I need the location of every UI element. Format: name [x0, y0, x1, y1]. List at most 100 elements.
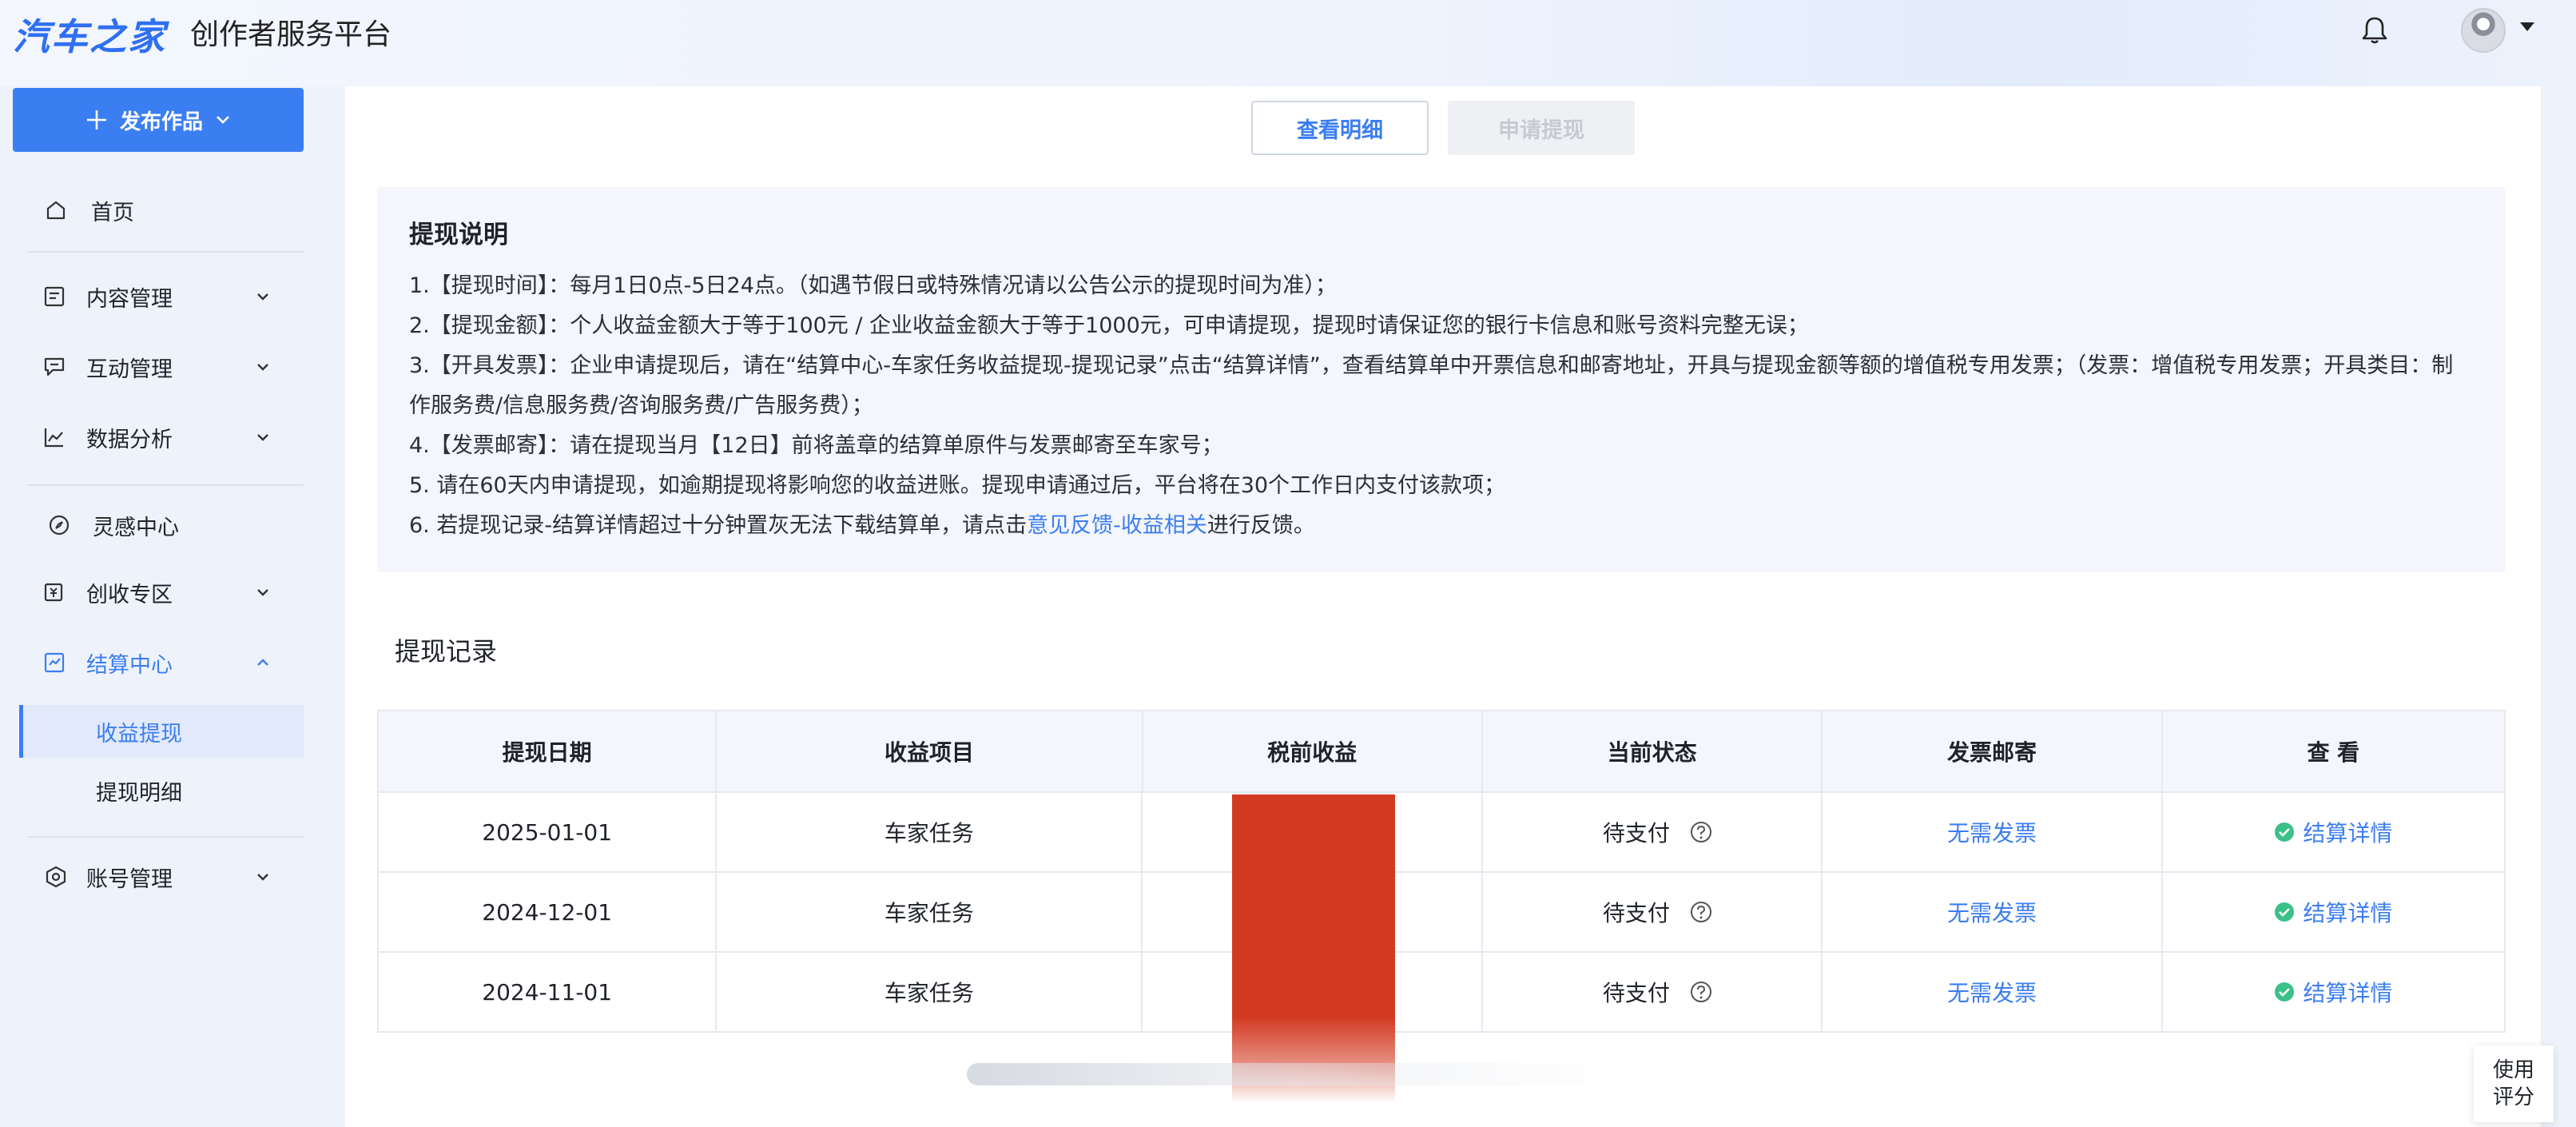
invoice-link[interactable]: 无需发票 [1823, 953, 2163, 1031]
sidebar-item-label: 灵感中心 [93, 515, 179, 540]
money-icon [44, 583, 63, 602]
table-row: 2024-11-01 车家任务 待支付 无需发票 结算详情 [379, 953, 2504, 1033]
view-detail-button[interactable]: 查看明细 [1251, 101, 1429, 155]
platform-title: 创作者服务平台 [190, 18, 392, 51]
settlement-detail-label: 结算详情 [2303, 980, 2393, 1006]
chevron-down-icon [257, 589, 268, 596]
notice-title: 提现说明 [409, 221, 508, 249]
sidebar-item-label: 创收专区 [86, 582, 173, 607]
apply-withdraw-button[interactable]: 申请提现 [1448, 101, 1635, 155]
status-cell: 待支付 [1483, 953, 1823, 1031]
sidebar-item-label: 结算中心 [86, 652, 173, 678]
top-header: 汽车之家 创作者服务平台 [0, 0, 2576, 86]
sidebar-subitem-withdraw[interactable]: 收益提现 [19, 705, 304, 758]
help-icon[interactable] [1689, 980, 1713, 1004]
table-header: 提现日期 收益项目 税前收益 当前状态 发票邮寄 查 看 [379, 711, 2504, 793]
notice-line6-prefix: 6. 若提现记录-结算详情超过十分钟置灰无法下载结算单，请点击 [409, 513, 1028, 538]
brand-logo[interactable]: 汽车之家 [13, 8, 166, 61]
status-text: 待支付 [1602, 900, 1670, 926]
sidebar-item-label: 账号管理 [86, 866, 173, 892]
chart-icon [44, 428, 63, 448]
sidebar-item-account[interactable]: 账号管理 [0, 849, 304, 905]
sidebar-item-label: 数据分析 [86, 427, 173, 452]
project-cell: 车家任务 [717, 953, 1143, 1031]
settlement-detail-link[interactable]: 结算详情 [2274, 816, 2392, 848]
notice-line: 5. 请在60天内申请提现，如逾期提现将影响您的收益进账。提现申请通过后，平台将… [409, 473, 1506, 498]
sidebar-subitem-label: 收益提现 [96, 721, 182, 747]
sidebar-item-interaction[interactable]: 互动管理 [0, 339, 304, 395]
withdraw-records-table: 提现日期 收益项目 税前收益 当前状态 发票邮寄 查 看 2025-01-01 … [377, 710, 2506, 1033]
table-row: 2024-12-01 车家任务 待支付 无需发票 结算详情 [379, 873, 2504, 953]
publish-button[interactable]: 发布作品 [13, 88, 304, 152]
invoice-link[interactable]: 无需发票 [1823, 873, 2163, 951]
project-cell: 车家任务 [717, 793, 1143, 871]
check-circle-icon [2275, 822, 2295, 842]
chevron-down-icon [257, 293, 268, 301]
notice-line: 6. 若提现记录-结算详情超过十分钟置灰无法下载结算单，请点击意见反馈-收益相关… [409, 506, 2474, 546]
compass-icon [49, 515, 70, 536]
column-header: 税前收益 [1143, 711, 1483, 791]
settlement-detail-link[interactable]: 结算详情 [2274, 976, 2392, 1008]
check-circle-icon [2275, 982, 2295, 1002]
notice-line: 1.【提现时间】：每月1日0点-5日24点。（如遇节假日或特殊情况请以公告公示的… [409, 273, 1337, 298]
column-header: 发票邮寄 [1823, 711, 2163, 791]
notice-line: 3.【开具发票】：企业申请提现后，请在“结算中心-车家任务收益提现-提现记录”点… [409, 353, 2454, 418]
column-header: 查 看 [2307, 739, 2360, 766]
detail-cell: 结算详情 [2163, 873, 2504, 951]
status-text: 待支付 [1602, 820, 1670, 846]
status-text: 待支付 [1602, 980, 1670, 1006]
sidebar-item-home[interactable]: 首页 [0, 182, 304, 238]
main-content: 查看明细 申请提现 提现说明 1.【提现时间】：每月1日0点-5日24点。（如遇… [345, 86, 2541, 1127]
sidebar-item-content[interactable]: 内容管理 [0, 269, 304, 325]
help-icon[interactable] [1689, 820, 1713, 844]
bell-icon[interactable] [2359, 14, 2391, 46]
account-icon [46, 866, 66, 888]
home-icon [46, 201, 66, 220]
check-circle-icon [2275, 902, 2295, 922]
divider [27, 836, 304, 838]
notice-line: 4.【发票邮寄】：请在提现当月【12日】前将盖章的结算单原件与发票邮寄至车家号； [409, 433, 1223, 458]
column-header: 提现日期 [379, 711, 718, 791]
sidebar-item-settlement[interactable]: 结算中心 [0, 635, 304, 691]
date-cell: 2025-01-01 [379, 793, 718, 871]
caret-down-icon[interactable] [2520, 22, 2534, 31]
document-icon [44, 286, 65, 307]
notice-line: 2.【提现金额】：个人收益金额大于等于100元 / 企业收益金额大于等于1000… [409, 313, 1809, 338]
status-cell: 待支付 [1483, 873, 1823, 951]
sidebar: 发布作品 首页 内容管理 互动管理 数据分析 灵感中心 创收专区 结算中心 收益… [0, 86, 320, 1127]
rating-widget[interactable]: 使用 评分 [2474, 1045, 2554, 1122]
project-cell: 车家任务 [717, 873, 1143, 951]
rating-label-line2: 评分 [2492, 1085, 2534, 1109]
sidebar-subitem-withdraw-details[interactable]: 提现明细 [19, 764, 304, 817]
feedback-link[interactable]: 意见反馈-收益相关 [1027, 513, 1207, 538]
settlement-detail-label: 结算详情 [2303, 820, 2393, 846]
redaction-block [1232, 794, 1395, 1103]
publish-label: 发布作品 [119, 110, 203, 134]
horizontal-scrollbar[interactable] [967, 1063, 1630, 1085]
help-icon[interactable] [1689, 900, 1713, 924]
sidebar-item-monetization[interactable]: 创收专区 [0, 564, 304, 620]
date-cell: 2024-12-01 [379, 873, 718, 951]
plus-icon [86, 110, 106, 129]
sidebar-item-label: 内容管理 [86, 286, 173, 312]
column-header: 当前状态 [1483, 711, 1823, 791]
divider [27, 484, 304, 486]
sidebar-item-analytics[interactable]: 数据分析 [0, 409, 304, 465]
divider [27, 251, 304, 253]
sidebar-item-label: 互动管理 [86, 356, 173, 382]
invoice-link[interactable]: 无需发票 [1823, 793, 2163, 871]
detail-cell: 结算详情 [2163, 793, 2504, 871]
table-row: 2025-01-01 车家任务 待支付 无需发票 结算详情 [379, 793, 2504, 873]
chevron-down-icon [217, 116, 229, 124]
date-cell: 2024-11-01 [379, 953, 718, 1031]
detail-cell: 结算详情 [2163, 953, 2504, 1031]
chevron-down-icon [257, 434, 268, 441]
sidebar-item-inspiration[interactable]: 灵感中心 [0, 497, 304, 553]
chevron-down-icon [257, 364, 268, 371]
rating-label-line1: 使用 [2492, 1058, 2534, 1082]
status-cell: 待支付 [1483, 793, 1823, 871]
settlement-detail-link[interactable]: 结算详情 [2274, 896, 2392, 928]
sidebar-item-label: 首页 [91, 200, 134, 225]
avatar[interactable] [2461, 8, 2506, 53]
withdraw-notice: 提现说明 1.【提现时间】：每月1日0点-5日24点。（如遇节假日或特殊情况请以… [377, 187, 2506, 572]
